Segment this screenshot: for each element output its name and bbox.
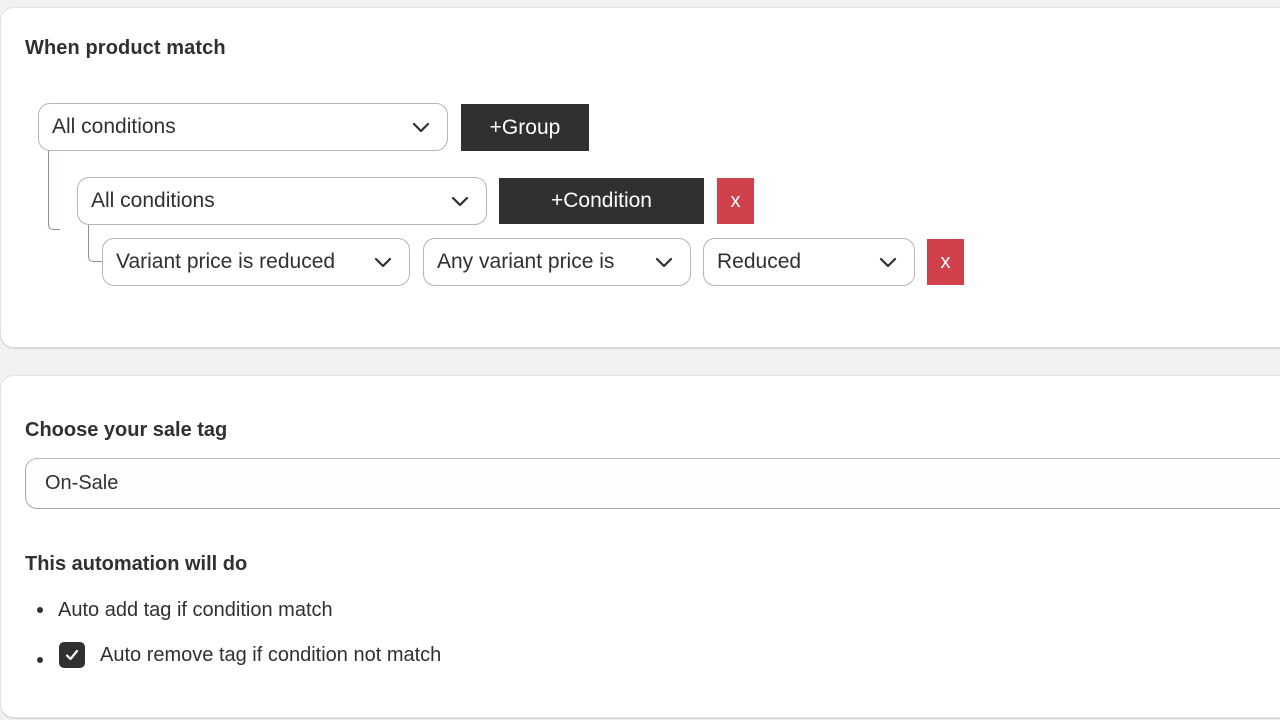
root-match-select-value: All conditions bbox=[52, 115, 176, 138]
root-match-select[interactable]: All conditions bbox=[38, 103, 448, 151]
automation-actions-list: Auto add tag if condition match Auto rem… bbox=[37, 595, 441, 670]
condition-value-select-value: Reduced bbox=[717, 250, 802, 273]
action-label: Auto add tag if condition match bbox=[58, 598, 333, 621]
remove-condition-button[interactable]: x bbox=[927, 239, 964, 285]
condition-field-select-value: Variant price is reduced bbox=[116, 250, 336, 273]
condition-field-select[interactable]: Variant price is reduced bbox=[102, 238, 410, 286]
subgroup-match-select-value: All conditions bbox=[91, 189, 215, 212]
condition-value-select[interactable]: Reduced bbox=[703, 238, 915, 286]
chevron-down-icon bbox=[654, 252, 674, 272]
sale-tag-label: Choose your sale tag bbox=[25, 419, 228, 441]
automation-title: This automation will do bbox=[25, 553, 248, 575]
remove-group-button[interactable]: x bbox=[717, 178, 754, 224]
tree-connector-root bbox=[48, 150, 60, 230]
chevron-down-icon bbox=[878, 252, 898, 272]
chevron-down-icon bbox=[373, 252, 393, 272]
section-title: When product match bbox=[25, 37, 226, 59]
chevron-down-icon bbox=[411, 117, 431, 137]
add-group-button[interactable]: +Group bbox=[461, 104, 589, 151]
auto-remove-checkbox[interactable] bbox=[59, 642, 85, 668]
check-icon bbox=[65, 649, 79, 661]
subgroup-match-select[interactable]: All conditions bbox=[77, 177, 487, 225]
condition-operator-select-value: Any variant price is bbox=[437, 250, 615, 273]
condition-operator-select[interactable]: Any variant price is bbox=[423, 238, 691, 286]
action-label: Auto remove tag if condition not match bbox=[100, 643, 442, 666]
sale-tag-card: Choose your sale tag This automation wil… bbox=[0, 375, 1280, 718]
list-item: Auto remove tag if condition not match bbox=[37, 640, 441, 670]
sale-tag-input[interactable] bbox=[25, 458, 1280, 509]
tree-connector-subgroup bbox=[88, 224, 102, 262]
bullet-icon bbox=[37, 607, 43, 613]
add-condition-button[interactable]: +Condition bbox=[499, 178, 704, 224]
list-item: Auto add tag if condition match bbox=[37, 595, 441, 625]
conditions-card: When product match All conditions +Group… bbox=[0, 7, 1280, 348]
chevron-down-icon bbox=[450, 191, 470, 211]
bullet-icon bbox=[37, 657, 43, 663]
